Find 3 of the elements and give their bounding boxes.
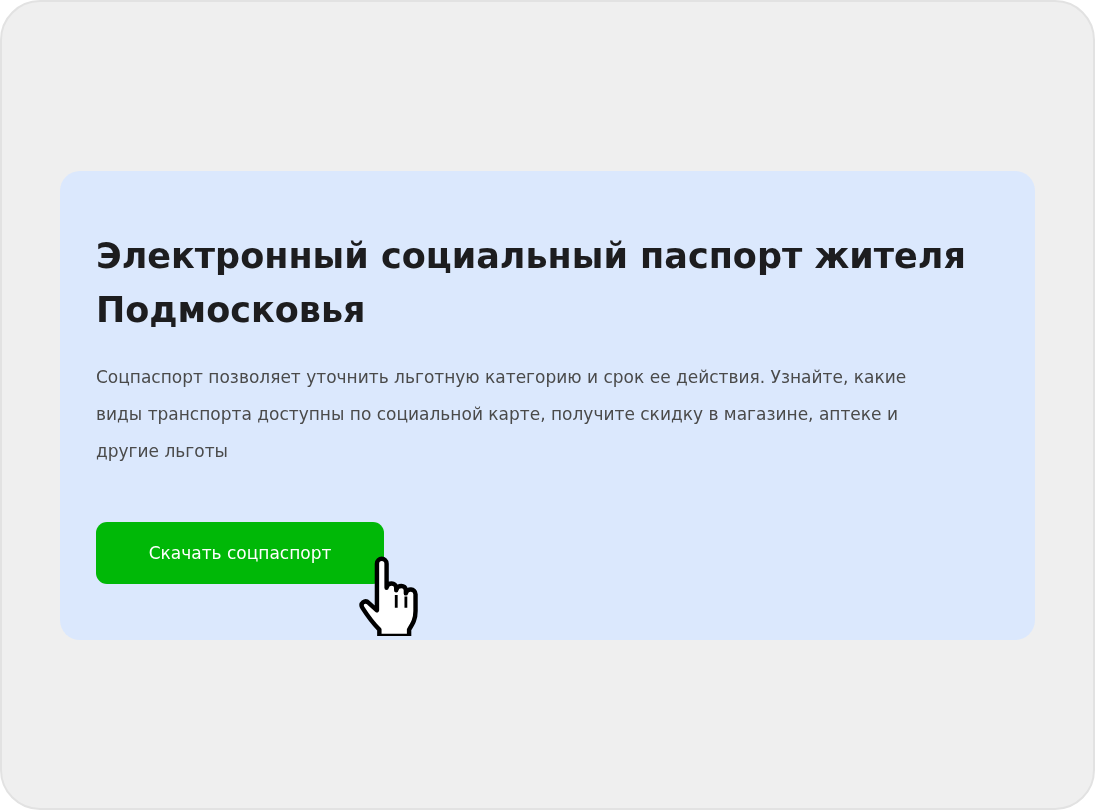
card-description: Соцпаспорт позволяет уточнить льготную категорию и срок ее действия. Узнайте, какие виды транспорта доступны по социальной карте, получите скидку в магазине, аптеке и другие льготы — [96, 365, 908, 463]
download-button[interactable]: Скачать соцпаспорт — [96, 521, 384, 584]
card-title: Электронный социальный паспорт жителя Подмосковья — [96, 234, 967, 332]
